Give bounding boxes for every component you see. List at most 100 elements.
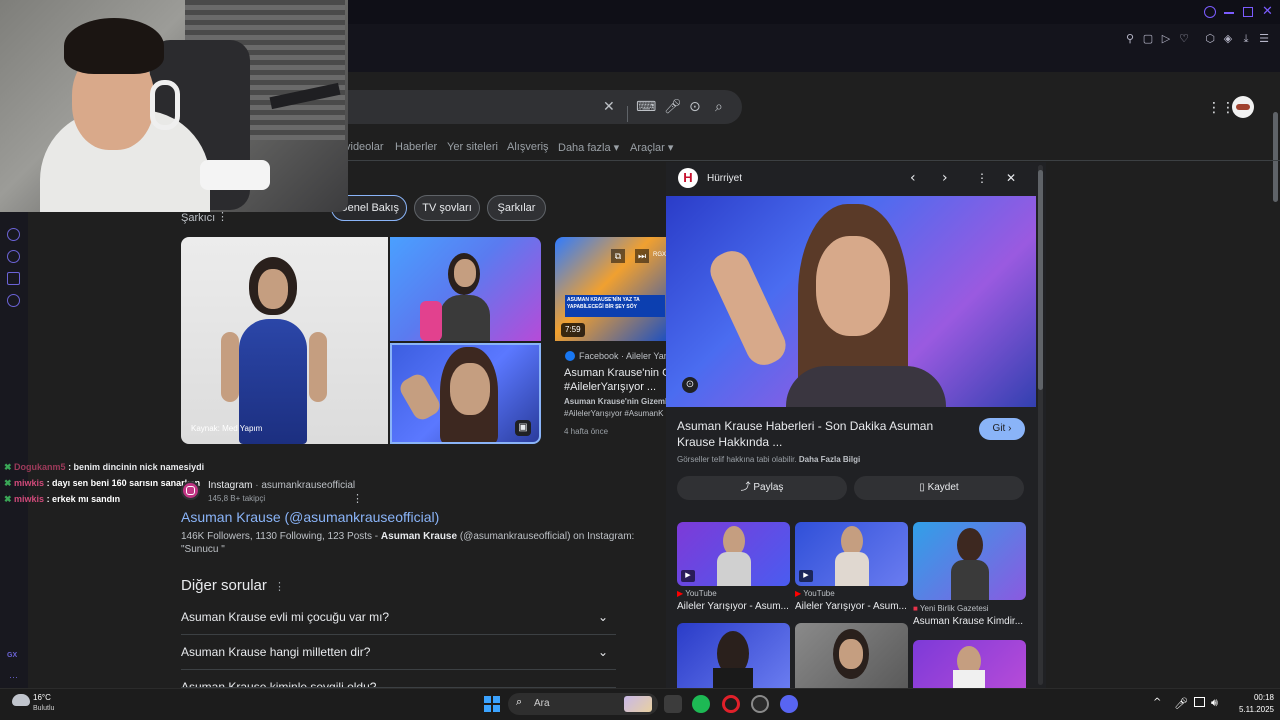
scrollbar-thumb[interactable] [1273,112,1278,202]
panel-close-icon[interactable]: ✕ [1006,171,1016,185]
tab-places[interactable]: Yer siteleri [447,141,498,153]
player-icon[interactable] [7,228,20,241]
related-thumb[interactable] [795,623,908,688]
panel-site: Hürriyet [707,173,743,184]
go-button[interactable]: Git › [979,418,1025,440]
video-title-1[interactable]: Asuman Krause'nin Gize [564,367,666,379]
next-icon[interactable]: › [942,170,948,186]
share-button[interactable]: ⤴ Paylaş [677,476,847,500]
save-button[interactable]: ▯ Kaydet [854,476,1024,500]
page-scrollbar[interactable] [1272,72,1280,688]
result-more-icon[interactable]: ⋮ [352,492,363,505]
tab-shopping[interactable]: Alışveriş [507,141,549,153]
close-window-icon[interactable]: ✕ [1262,4,1273,19]
panel-scrollbar[interactable] [1038,165,1043,685]
panel-headline[interactable]: Asuman Krause Haberleri - Son Dakika Asu… [677,418,967,450]
more-info-link[interactable]: Daha Fazla Bilgi [799,455,860,464]
opera-gx-icon[interactable] [722,695,740,713]
capture-icon[interactable]: ▢ [1141,32,1155,46]
related-source-label: YouTube [803,589,835,598]
chevron-down-icon[interactable]: ⌄ [598,670,608,687]
pin-icon[interactable]: ⚲ [1123,32,1137,46]
avatar[interactable] [1232,96,1254,118]
task-view-icon[interactable] [664,695,682,713]
spotify-icon[interactable] [692,695,710,713]
keyboard-icon[interactable]: ⌨ [636,99,656,115]
weather-temp[interactable]: 16°C [33,693,51,702]
faq-title: Diğer sorular [181,577,267,594]
more-icon[interactable]: ··· [9,672,18,682]
image-search-icon[interactable]: ▣ [515,420,531,436]
tab-more[interactable]: Daha fazla ▾ [558,141,619,154]
faq-question[interactable]: Asuman Krause evli mi çocuğu var mı? ⌄ [181,600,616,635]
chat-user: Dogukanm5 [14,462,66,472]
panel-more-icon[interactable]: ⋮ [976,171,988,185]
maximize-icon[interactable] [1243,7,1253,17]
download-icon[interactable]: ⤓ [1239,32,1253,46]
windows-start-icon[interactable] [484,696,500,712]
faq-question[interactable]: Asuman Krause kiminle sevgili oldu? ⌄ [181,670,616,688]
volume-icon[interactable]: 🔊︎ [1211,696,1218,710]
related-thumb[interactable] [913,640,1026,688]
main-photo[interactable]: Kaynak: Med Yapım [181,237,388,444]
microphone-icon[interactable]: 🎤︎ [664,99,682,115]
weather-desc[interactable]: Bulutlu [33,705,54,712]
settings-icon[interactable] [7,294,20,307]
chevron-down-icon[interactable]: ⌄ [598,600,608,635]
chevron-down-icon[interactable]: ⌄ [598,635,608,670]
panel-main-image[interactable]: ⊙ [666,196,1036,407]
box-icon[interactable] [7,272,20,285]
play-icon[interactable]: ▷ [1159,32,1173,46]
related-title[interactable]: Asuman Krause Kimdir... [913,616,1026,627]
microphone-icon[interactable]: 🎤︎ [1174,697,1188,710]
pip-icon[interactable]: ⧉ [611,249,625,263]
wallet-icon[interactable]: ◈ [1221,32,1235,46]
video-title-2[interactable]: #AilelerYarışıyor ... [564,381,656,393]
tab-tools[interactable]: Araçlar ▾ [630,141,673,154]
taskbar-search-placeholder: Ara [534,698,550,709]
related-title[interactable]: Aileler Yarışıyor - Asum... [795,601,908,612]
faq-more-icon[interactable]: ⋮ [274,580,285,593]
prev-icon[interactable]: ‹ [910,170,916,186]
related-thumb[interactable]: ▶ [795,522,908,586]
chevron-up-icon[interactable]: ^ [1153,697,1161,708]
video-thumbnail[interactable]: ASUMAN KRAUSE'NİN YAZ TA YAPABİLECEĞİ Bİ… [555,237,667,341]
related-source: ■ Yeni Birlik Gazetesi [913,604,989,613]
lens-icon[interactable]: ⊙ [689,99,701,115]
extensions-icon[interactable]: ⬡ [1203,32,1217,46]
related-title[interactable]: Aileler Yarışıyor - Asum... [677,601,790,612]
tv-photo-2[interactable]: ▣ [390,343,541,444]
taskbar-search[interactable]: ⌕ Ara [508,693,658,715]
tv-photo-1[interactable] [390,237,541,341]
search-icon[interactable] [1204,6,1216,18]
save-label: Kaydet [927,482,959,493]
faq-question[interactable]: Asuman Krause hangi milletten dir? ⌄ [181,635,616,670]
display-icon[interactable] [1194,697,1205,707]
search-submit-icon[interactable]: ⌕ [715,99,723,115]
related-thumb[interactable] [913,522,1026,600]
clock[interactable]: 00:18 5.11.2025 [1234,693,1274,714]
related-source-label: Yeni Birlik Gazetesi [919,604,989,613]
result-link-title[interactable]: Asuman Krause (@asumankrauseofficial) [181,509,439,525]
heart-icon[interactable]: ♡ [1177,32,1191,46]
search-divider [627,106,628,122]
gx-label: GX [7,652,18,659]
lens-icon[interactable]: ⊙ [682,377,698,393]
chip-songs[interactable]: Şarkılar [487,195,546,221]
share-label: Paylaş [753,482,784,493]
faq-question-text: Asuman Krause evli mi çocuğu var mı? [181,610,390,624]
history-icon[interactable] [7,250,20,263]
clear-search-icon[interactable]: ✕ [603,99,615,115]
chip-tv-shows[interactable]: TV şovları [414,195,480,221]
related-source: ▶ YouTube [795,589,835,598]
tab-news[interactable]: Haberler [395,141,437,153]
related-thumb[interactable]: ▶ [677,522,790,586]
discord-icon[interactable] [780,695,798,713]
skip-icon[interactable]: ⏭ [635,249,649,263]
related-thumb[interactable] [677,623,790,688]
menu-icon[interactable]: ☰ [1257,32,1271,46]
minimize-icon[interactable] [1224,12,1234,14]
tab-videos[interactable]: videolar [345,141,384,153]
steam-icon[interactable] [751,695,769,713]
chat-text: : erkek mı sandın [44,494,121,504]
